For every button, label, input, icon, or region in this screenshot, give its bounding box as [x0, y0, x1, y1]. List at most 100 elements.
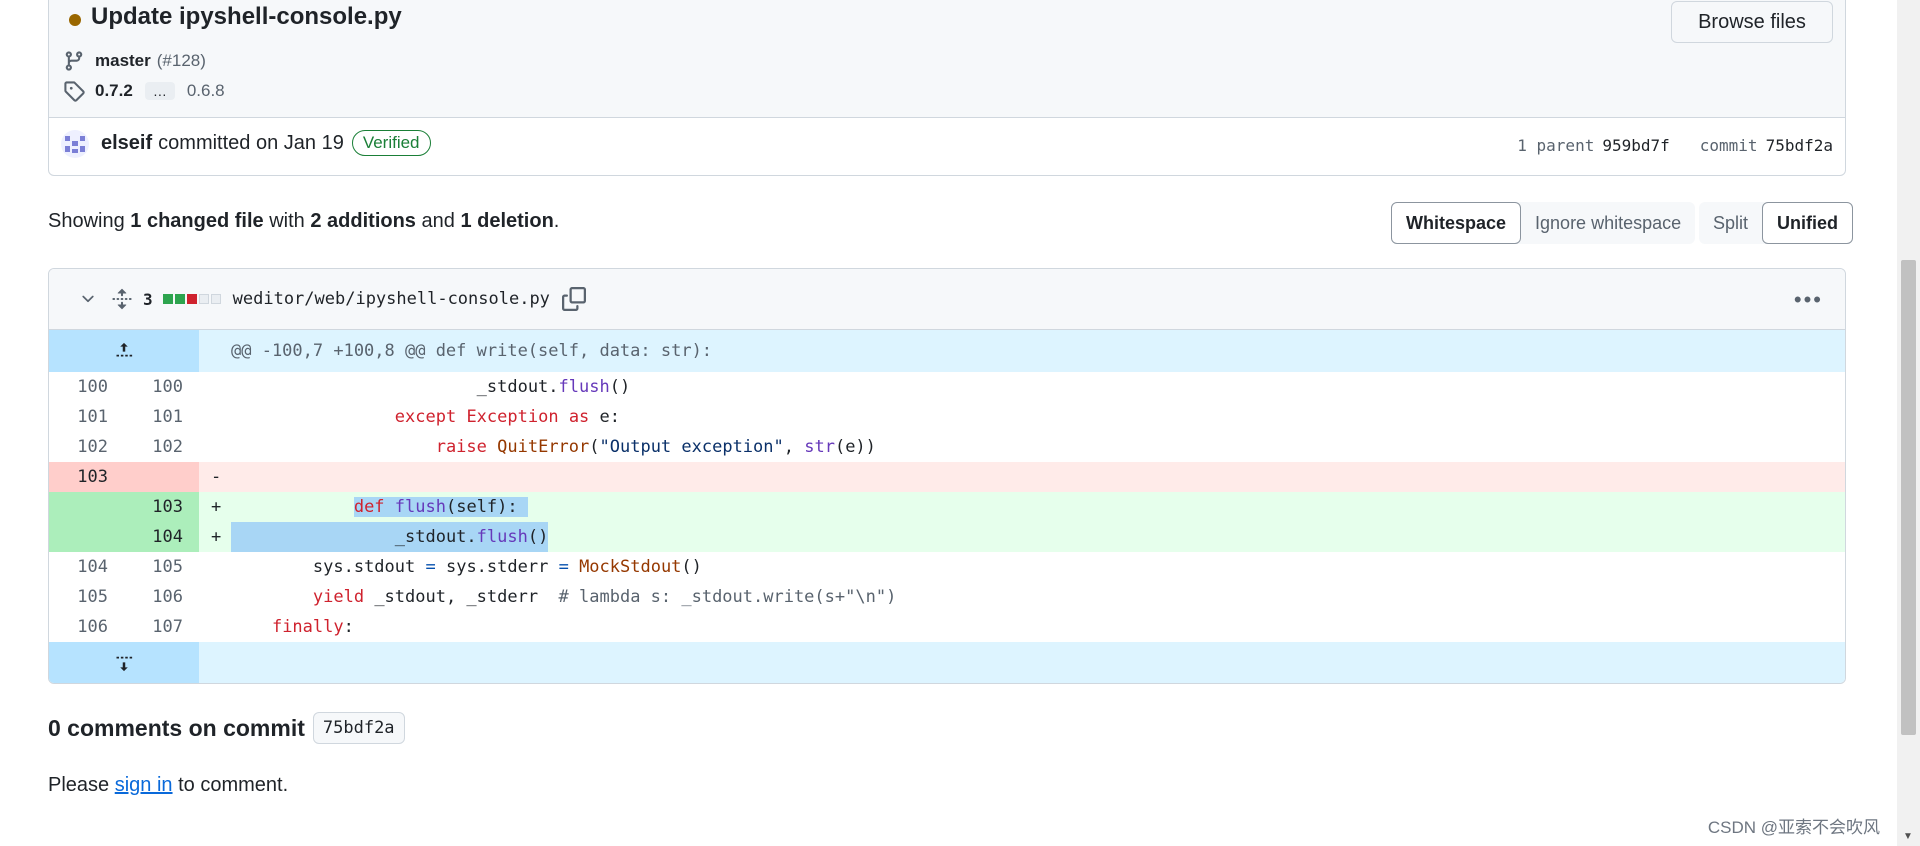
kebab-menu-icon[interactable]: •••: [1794, 287, 1823, 313]
new-line-number[interactable]: 104: [124, 522, 199, 552]
code-token: _stdout: [476, 377, 549, 397]
diffstat: [162, 294, 221, 304]
expand-down-button[interactable]: [49, 642, 199, 683]
whitespace-option[interactable]: Whitespace: [1391, 202, 1522, 244]
new-line-number[interactable]: 100: [124, 372, 199, 402]
diff-line-added: 103 + def flush(self):: [49, 492, 1845, 522]
parent-sha-link[interactable]: 959bd7f: [1602, 136, 1669, 155]
expand-up-button[interactable]: [49, 330, 199, 372]
new-line-number[interactable]: 107: [124, 612, 199, 642]
split-view-option[interactable]: Split: [1699, 202, 1762, 244]
to-comment-text: to comment.: [178, 774, 289, 796]
commit-header: Update ipyshell-console.py Browse files …: [48, 0, 1846, 176]
expand-down-icon: [116, 656, 133, 672]
commit-label: commit: [1699, 136, 1758, 155]
commit-meta: elseif committed on Jan 19 Verified 1 pa…: [49, 118, 1845, 175]
tag-link-latest[interactable]: 0.7.2: [95, 81, 133, 101]
old-line-number[interactable]: 105: [49, 582, 124, 612]
old-line-number[interactable]: 104: [49, 552, 124, 582]
file-diff: 3 weditor/web/ipyshell-console.py ••• @@…: [48, 268, 1846, 684]
pr-link[interactable]: (#128): [157, 51, 206, 71]
code-token: e:: [589, 407, 621, 427]
code-token: (self):: [445, 497, 518, 517]
file-path-link[interactable]: weditor/web/ipyshell-console.py: [233, 289, 550, 309]
selected-text: _stdout.flush(): [231, 522, 549, 552]
old-line-number[interactable]: 100: [49, 372, 124, 402]
tag-link-oldest[interactable]: 0.6.8: [187, 81, 225, 101]
branch-link[interactable]: master: [95, 51, 151, 71]
new-line-number[interactable]: 106: [124, 582, 199, 612]
sign-in-link[interactable]: sign in: [115, 774, 173, 796]
tag-icon: [64, 81, 85, 102]
branch-info: master (#128): [63, 49, 206, 73]
code-token: except: [394, 407, 457, 427]
unified-view-option[interactable]: Unified: [1762, 202, 1854, 244]
hunk-header: @@ -100,7 +100,8 @@ def write(self, data…: [49, 330, 1845, 372]
old-line-number[interactable]: [49, 492, 124, 522]
diff-line: 104 105 sys.stdout = sys.stderr = MockSt…: [49, 552, 1845, 582]
diff-sign: -: [211, 467, 222, 487]
scroll-down-icon[interactable]: ▼: [1903, 831, 1913, 842]
author-link[interactable]: elseif: [101, 132, 152, 155]
summary-with: with: [269, 210, 305, 232]
scrollbar-thumb[interactable]: [1901, 260, 1916, 735]
chevron-down-icon[interactable]: [79, 290, 97, 308]
diffstat-block: [162, 294, 173, 304]
diff-summary: Showing 1 changed file with 2 additions …: [48, 210, 559, 233]
new-line-number[interactable]: 102: [124, 432, 199, 462]
diff-line: 105 106 yield _stdout, _stderr # lambda …: [49, 582, 1845, 612]
code-token: .: [466, 527, 477, 547]
comments-heading: 0 comments on commit 75bdf2a: [48, 712, 405, 744]
code-token: =: [558, 557, 569, 577]
code-token: ,: [783, 437, 805, 457]
ignore-whitespace-option[interactable]: Ignore whitespace: [1521, 202, 1695, 244]
code-line: yield _stdout, _stderr # lambda s: _stdo…: [231, 582, 896, 612]
git-branch-icon: [65, 51, 83, 71]
new-line-number[interactable]: 101: [124, 402, 199, 432]
comments-title: 0 comments on commit: [48, 714, 305, 741]
browse-files-button[interactable]: Browse files: [1671, 1, 1833, 43]
new-line-number[interactable]: 105: [124, 552, 199, 582]
verified-badge[interactable]: Verified: [351, 130, 431, 156]
expand-all-icon[interactable]: [111, 288, 133, 310]
code-token: =: [425, 557, 436, 577]
commit-sha: 75bdf2a: [1765, 136, 1833, 155]
new-line-number[interactable]: 103: [124, 492, 199, 522]
code-token: (): [681, 557, 702, 577]
code-token: (e)): [834, 437, 876, 457]
old-line-number[interactable]: 101: [49, 402, 124, 432]
tag-expand-button[interactable]: …: [144, 82, 175, 100]
commit-sha-chip: 75bdf2a: [312, 712, 405, 744]
summary-and: and: [421, 210, 455, 232]
diffstat-block: [210, 294, 221, 304]
parent-label: 1 parent: [1517, 136, 1595, 155]
code-comment: # lambda s: _stdout.write(s+"\n"): [558, 587, 897, 607]
scrollbar[interactable]: ▼: [1897, 0, 1920, 846]
code-token: finally: [271, 617, 344, 637]
old-line-number[interactable]: 102: [49, 432, 124, 462]
summary-deletions: 1 deletion: [460, 210, 554, 232]
please-text: Please: [48, 774, 110, 796]
code-token: as: [568, 407, 590, 427]
summary-changed: 1 changed file: [130, 210, 264, 232]
status-dot-icon: [69, 14, 81, 26]
avatar[interactable]: [61, 130, 89, 158]
code-token: MockStdout: [579, 557, 682, 577]
file-header: 3 weditor/web/ipyshell-console.py •••: [49, 269, 1845, 330]
old-line-number[interactable]: 103: [49, 462, 124, 492]
old-line-number[interactable]: [49, 522, 124, 552]
watermark: CSDN @亚索不会吹风: [1707, 818, 1880, 837]
diff-sign: +: [211, 497, 222, 517]
new-line-number[interactable]: [124, 462, 199, 492]
old-line-number[interactable]: 106: [49, 612, 124, 642]
copy-icon[interactable]: [561, 287, 586, 311]
code-token: _stdout: [394, 527, 467, 547]
